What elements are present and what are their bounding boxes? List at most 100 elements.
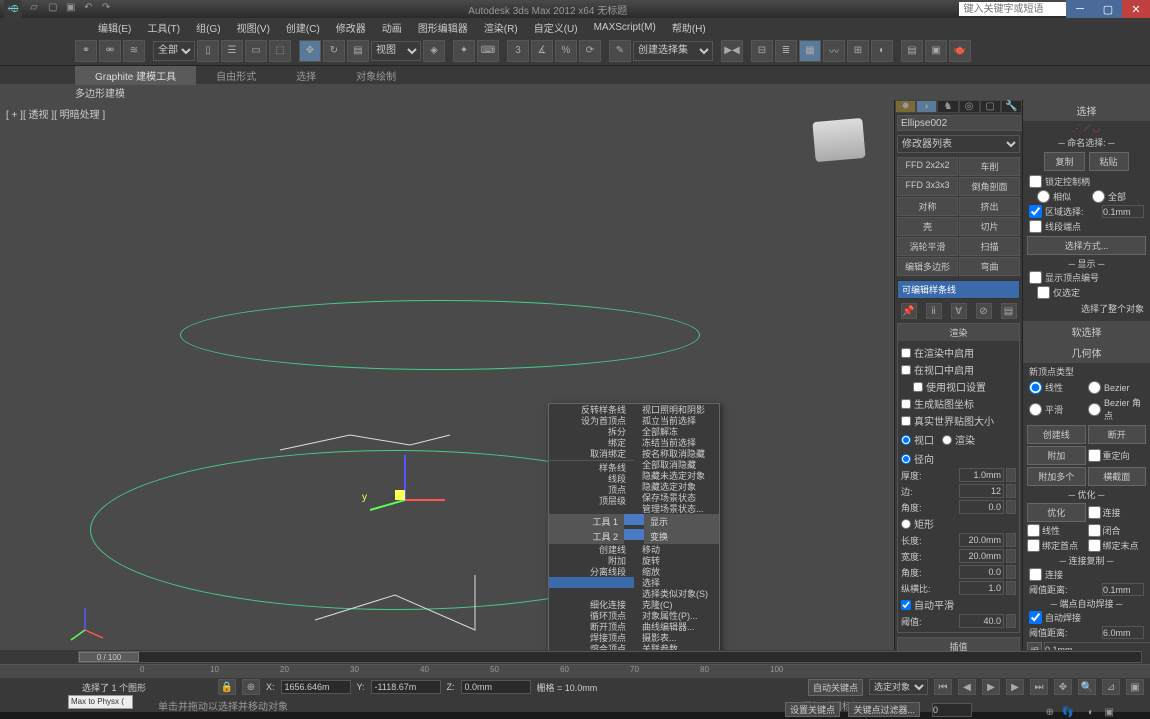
ctx-fuse-vertex[interactable]: 熔合顶点 [549,643,634,650]
mod-shell[interactable]: 壳 [897,217,958,236]
radio-radial[interactable]: 径向 [901,450,1016,467]
menu-maxscript[interactable]: MAXScript(M) [586,20,664,35]
maxscript-listener[interactable]: Max to Physx ( [68,695,133,709]
ctx-weld-vertex[interactable]: 焊接顶点 [549,632,634,643]
align-icon[interactable]: ⊟ [751,40,773,62]
ctx-vertex-level[interactable]: 顶点 [549,484,634,495]
chk-connect-copy[interactable] [1029,568,1042,581]
unlink-icon[interactable]: ⚮ [99,40,121,62]
menu-animation[interactable]: 动画 [374,18,410,37]
mod-bend[interactable]: 弯曲 [959,257,1020,276]
ctx-freeze-sel[interactable]: 冻结当前选择 [634,437,719,448]
spinner-arrows-icon[interactable] [1006,468,1016,482]
material-editor-icon[interactable]: ◐ [871,40,893,62]
nav-fov-icon[interactable]: ⊿ [1102,679,1120,695]
ctx-manage-state[interactable]: 管理场景状态... [634,503,719,514]
mod-ffd222[interactable]: FFD 2x2x2 [897,157,958,176]
select-scale-icon[interactable]: ▤ [347,40,369,62]
ribbon-tab-graphite[interactable]: Graphite 建模工具 [75,66,196,85]
coord-z[interactable] [461,680,531,694]
mod-ffd333[interactable]: FFD 3x3x3 [897,177,958,196]
ctx-select[interactable]: 选择 [634,577,719,588]
ctx-vp-lighting[interactable]: 视口照明和阴影 [634,404,719,415]
named-selection-set[interactable]: 创建选择集 [633,41,713,61]
ctx-scale[interactable]: 缩放 [634,566,719,577]
curve-editor-icon[interactable]: 〰 [823,40,845,62]
nav-walk-icon[interactable]: 👣 [1062,707,1074,718]
radio-bezier-corner[interactable] [1088,403,1101,416]
area-select-value[interactable] [1102,205,1144,218]
key-filter-select[interactable]: 选定对象 [869,679,928,695]
mod-sweep[interactable]: 扫描 [959,237,1020,256]
ref-coord-system[interactable]: 视图 [371,41,421,61]
chk-reorient[interactable] [1088,449,1101,462]
object-name-field[interactable] [897,115,1037,131]
spinner-angle[interactable] [959,500,1004,514]
btn-break[interactable]: 断开 [1088,425,1147,444]
window-crossing-icon[interactable]: ⬚ [269,40,291,62]
goto-end-icon[interactable]: ⏭ [1030,679,1048,695]
mod-slice[interactable]: 切片 [959,217,1020,236]
stack-pin-icon[interactable]: 📌 [901,303,917,319]
radio-all[interactable] [1092,190,1105,203]
menu-help[interactable]: 帮助(H) [664,18,714,37]
menu-rendering[interactable]: 渲染(R) [476,18,526,37]
btn-cross-section[interactable]: 横截面 [1088,467,1147,486]
render-setup-icon[interactable]: ▤ [901,40,923,62]
modifier-list[interactable]: 修改器列表 [897,135,1020,153]
coord-y[interactable] [371,680,441,694]
time-slider[interactable]: 0 / 100 [0,650,1150,664]
btn-attach[interactable]: 附加 [1027,446,1086,465]
angle-snap-icon[interactable]: ∡ [531,40,553,62]
close-button[interactable]: ✕ [1122,0,1150,18]
menu-create[interactable]: 创建(C) [278,18,328,37]
select-name-icon[interactable]: ☰ [221,40,243,62]
qat-open-icon[interactable]: ▢ [48,2,62,16]
ribbon-tab-freeform[interactable]: 自由形式 [196,66,276,85]
ctx-reverse-spline[interactable]: 反转样条线 [549,404,634,415]
nav-pan-icon[interactable]: ✥ [1054,679,1072,695]
spinner-arrows-icon[interactable] [1006,533,1016,547]
chk-linear[interactable] [1027,524,1040,537]
cmd-tab-modify[interactable]: ◗ [916,100,937,113]
bind-spacewarp-icon[interactable]: ≋ [123,40,145,62]
weld-threshold[interactable] [1044,642,1150,650]
chk-connect[interactable] [1088,506,1101,519]
render-frame-icon[interactable]: ▣ [925,40,947,62]
stack-show-icon[interactable]: ⅱ [926,303,942,319]
radio-viewport[interactable]: 视口 [901,431,934,448]
percent-snap-icon[interactable]: % [555,40,577,62]
ribbon-toggle-icon[interactable]: ▦ [799,40,821,62]
qat-save-icon[interactable]: ▣ [66,2,80,16]
radio-renderer[interactable]: 渲染 [942,431,975,448]
btn-refine[interactable]: 优化 [1027,503,1086,522]
ribbon-tab-paint[interactable]: 对象绘制 [336,66,416,85]
chk-show-vertex-num[interactable] [1029,271,1042,284]
ctx-top-level[interactable]: 顶层级 [549,495,634,506]
ctx-hover-item[interactable] [549,577,634,588]
rollout-rendering[interactable]: 渲染 [898,324,1019,341]
ctx-attach[interactable]: 附加 [549,555,634,566]
ctx-rotate[interactable]: 旋转 [634,555,719,566]
thresh-dist2-field[interactable] [1102,626,1144,639]
ctx-move[interactable]: 移动 [634,544,719,555]
menu-group[interactable]: 组(G) [188,18,228,37]
chk-selected-only[interactable] [1037,286,1050,299]
chk-bind-first[interactable] [1027,539,1040,552]
spinner-angle2[interactable] [959,565,1004,579]
ctx-unfreeze-all[interactable]: 全部解冻 [634,426,719,437]
chk-bind-last[interactable] [1088,539,1101,552]
spinner-width[interactable] [959,549,1004,563]
ctx-segment-level[interactable]: 线段 [549,473,634,484]
cmd-tab-create[interactable]: ✹ [895,100,916,113]
edit-named-sel-icon[interactable]: ✎ [609,40,631,62]
minimize-button[interactable]: ─ [1066,0,1094,18]
ctx-wire-params[interactable]: 关联参数 [634,643,719,650]
chk-segment-end[interactable] [1029,220,1042,233]
rollout-selection[interactable]: 选择 [1023,100,1150,121]
nav-orbit-icon[interactable]: ⊕ [1046,707,1054,718]
keyboard-shortcut-icon[interactable]: ⌨ [477,40,499,62]
ctx-divide[interactable]: 拆分 [549,426,634,437]
radio-rectangular[interactable]: 矩形 [901,515,1016,532]
btn-create-line[interactable]: 创建线 [1027,425,1086,444]
